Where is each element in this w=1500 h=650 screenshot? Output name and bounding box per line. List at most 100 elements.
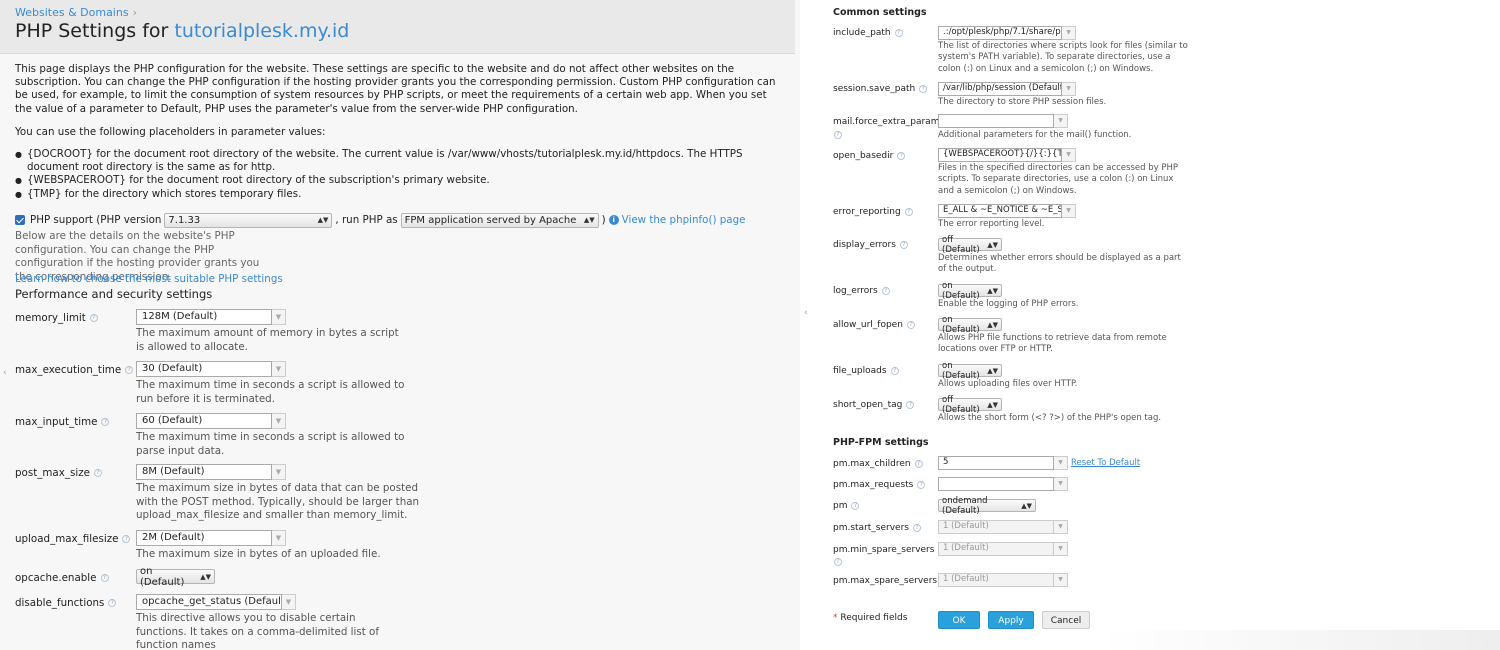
include-path-desc: The list of directories where scripts lo… bbox=[938, 41, 1188, 74]
cancel-button[interactable]: Cancel bbox=[1042, 611, 1090, 629]
collapse-left-icon[interactable]: ‹ bbox=[3, 368, 7, 378]
question-icon[interactable]: ? bbox=[912, 523, 921, 532]
question-icon[interactable]: ? bbox=[919, 84, 928, 93]
page-title: PHP Settings for tutorialplesk.my.id bbox=[15, 20, 349, 42]
question-icon[interactable]: ? bbox=[834, 131, 842, 139]
error-reporting-input[interactable]: E_ALL & ~E_NOTICE & ~E_STRICT bbox=[938, 204, 1062, 218]
apply-button[interactable]: Apply bbox=[988, 611, 1034, 629]
chevron-down-icon[interactable]: ▼ bbox=[272, 361, 286, 377]
php-version-select[interactable]: 7.1.33 ▲▼ bbox=[164, 212, 333, 228]
log-errors-select[interactable]: on (Default) ▲▼ bbox=[938, 281, 1002, 301]
question-icon[interactable]: ? bbox=[125, 366, 134, 374]
session-save-path-field[interactable]: /var/lib/php/session (Default) ▼ bbox=[938, 82, 1076, 96]
pm-start-servers-input: 1 (Default) bbox=[938, 520, 1054, 534]
php-support-row: PHP support (PHP version 7.1.33 ▲▼ , run … bbox=[15, 211, 795, 229]
mail-force-extra-params-field[interactable]: ▼ bbox=[938, 114, 1068, 128]
question-icon[interactable]: ? bbox=[101, 418, 110, 426]
question-icon[interactable]: ? bbox=[890, 366, 899, 375]
page-title-prefix: PHP Settings for bbox=[15, 20, 175, 42]
question-icon[interactable]: ? bbox=[906, 320, 915, 329]
memory-limit-input[interactable]: 128M (Default) bbox=[136, 309, 272, 325]
pm-select[interactable]: ondemand (Default) ▲▼ bbox=[938, 496, 1036, 516]
common-section-title: Common settings bbox=[833, 7, 927, 18]
pm-max-children-field[interactable]: 5 ▼ bbox=[938, 456, 1068, 470]
error-reporting-field[interactable]: E_ALL & ~E_NOTICE & ~E_STRICT▼ bbox=[938, 204, 1076, 218]
question-icon[interactable]: ? bbox=[917, 480, 926, 489]
upload-max-filesize-input[interactable]: 2M (Default) bbox=[136, 530, 272, 546]
post-max-size-input[interactable]: 8M (Default) bbox=[136, 464, 272, 480]
post-max-size-field[interactable]: 8M (Default) ▼ bbox=[136, 464, 286, 480]
panel-divider: ‹ bbox=[800, 0, 820, 650]
updown-icon: ▲▼ bbox=[200, 572, 211, 581]
question-icon[interactable]: ? bbox=[834, 558, 842, 566]
chevron-down-icon[interactable]: ▼ bbox=[1054, 477, 1068, 491]
max-input-time-field[interactable]: 60 (Default) ▼ bbox=[136, 413, 286, 429]
question-icon[interactable]: ? bbox=[851, 501, 860, 510]
phpinfo-link[interactable]: View the phpinfo() page bbox=[622, 214, 746, 226]
question-icon[interactable]: ? bbox=[108, 599, 117, 607]
page-title-domain-link[interactable]: tutorialplesk.my.id bbox=[174, 20, 349, 42]
chevron-down-icon[interactable]: ▼ bbox=[272, 309, 286, 325]
session-save-path-input[interactable]: /var/lib/php/session (Default) bbox=[938, 82, 1062, 96]
question-icon[interactable]: ? bbox=[122, 535, 131, 543]
open-basedir-input[interactable]: {WEBSPACEROOT}{/}{:}{TMP} bbox=[938, 148, 1062, 162]
breadcrumb-websites-domains[interactable]: Websites & Domains bbox=[15, 6, 129, 19]
chevron-down-icon[interactable]: ▼ bbox=[1062, 82, 1076, 96]
breadcrumb: Websites & Domains › bbox=[15, 6, 137, 19]
reset-to-default-link[interactable]: Reset To Default bbox=[1071, 458, 1140, 468]
breadcrumb-separator: › bbox=[132, 6, 137, 19]
placeholder-docroot: {DOCROOT} for the document root director… bbox=[15, 148, 775, 174]
file-uploads-select[interactable]: on (Default) ▲▼ bbox=[938, 361, 1002, 381]
chevron-down-icon[interactable]: ▼ bbox=[272, 530, 286, 546]
question-icon[interactable]: ? bbox=[897, 151, 906, 160]
pm-max-requests-input[interactable] bbox=[938, 477, 1054, 491]
chevron-down-icon[interactable]: ▼ bbox=[1062, 26, 1076, 40]
question-icon[interactable]: ? bbox=[89, 314, 98, 322]
question-icon[interactable]: ? bbox=[881, 286, 890, 295]
max-execution-time-desc: The maximum time in seconds a script is … bbox=[136, 379, 405, 405]
disable-functions-field[interactable]: opcache_get_status (Default) ▼ bbox=[136, 594, 296, 610]
question-icon[interactable]: ? bbox=[906, 400, 915, 409]
question-icon[interactable]: ? bbox=[894, 28, 903, 37]
display-errors-select[interactable]: off (Default) ▲▼ bbox=[938, 235, 1002, 255]
disable-functions-input[interactable]: opcache_get_status (Default) bbox=[136, 594, 282, 610]
placeholder-webspaceroot: {WEBSPACEROOT} for the document root dir… bbox=[15, 174, 775, 187]
chevron-down-icon[interactable]: ▼ bbox=[272, 464, 286, 480]
chevron-down-icon[interactable]: ▼ bbox=[1062, 204, 1076, 218]
chevron-down-icon[interactable]: ▼ bbox=[272, 413, 286, 429]
question-icon[interactable]: ? bbox=[100, 574, 109, 582]
chevron-down-icon[interactable]: ▼ bbox=[1054, 114, 1068, 128]
php-support-checkbox[interactable] bbox=[15, 215, 25, 225]
upload-max-filesize-field[interactable]: 2M (Default) ▼ bbox=[136, 530, 286, 546]
collapse-right-icon[interactable]: ‹ bbox=[804, 308, 808, 318]
learn-settings-link[interactable]: Learn how to choose the most suitable PH… bbox=[15, 273, 283, 285]
chevron-down-icon[interactable]: ▼ bbox=[1062, 148, 1076, 162]
max-input-time-input[interactable]: 60 (Default) bbox=[136, 413, 272, 429]
question-icon[interactable]: ? bbox=[904, 207, 913, 216]
question-icon[interactable]: ? bbox=[93, 469, 102, 477]
include-path-field[interactable]: .:/opt/plesk/php/7.1/share/pear ▼ bbox=[938, 26, 1076, 40]
php-handler-select[interactable]: FPM application served by Apache ▲▼ bbox=[400, 212, 599, 228]
ok-button[interactable]: OK bbox=[938, 611, 980, 629]
question-icon[interactable]: ? bbox=[914, 459, 923, 468]
pm-max-spare-servers-label: pm.max_spare_servers? bbox=[833, 576, 950, 586]
max-execution-time-input[interactable]: 30 (Default) bbox=[136, 361, 272, 377]
chevron-down-icon[interactable]: ▼ bbox=[1054, 456, 1068, 470]
file-uploads-desc: Allows uploading files over HTTP. bbox=[938, 379, 1078, 389]
short-open-tag-select[interactable]: off (Default) ▲▼ bbox=[938, 395, 1002, 415]
include-path-input[interactable]: .:/opt/plesk/php/7.1/share/pear bbox=[938, 26, 1062, 40]
question-icon[interactable]: ? bbox=[899, 240, 908, 249]
opcache-enable-select[interactable]: on (Default) ▲▼ bbox=[136, 566, 215, 588]
memory-limit-field[interactable]: 128M (Default) ▼ bbox=[136, 309, 286, 325]
pm-max-children-input[interactable]: 5 bbox=[938, 456, 1054, 470]
chevron-down-icon[interactable]: ▼ bbox=[282, 594, 296, 610]
pm-max-requests-field[interactable]: ▼ bbox=[938, 477, 1068, 491]
max-input-time-label: max_input_time? bbox=[15, 416, 110, 428]
updown-icon: ▲▼ bbox=[583, 216, 595, 224]
mail-force-extra-params-input[interactable] bbox=[938, 114, 1054, 128]
allow-url-fopen-select[interactable]: on (Default) ▲▼ bbox=[938, 315, 1002, 335]
open-basedir-field[interactable]: {WEBSPACEROOT}{/}{:}{TMP}▼ bbox=[938, 148, 1076, 162]
open-basedir-desc: Files in the specified directories can b… bbox=[938, 163, 1178, 196]
max-execution-time-field[interactable]: 30 (Default) ▼ bbox=[136, 361, 286, 377]
page-header: Websites & Domains › PHP Settings for tut… bbox=[0, 0, 795, 54]
